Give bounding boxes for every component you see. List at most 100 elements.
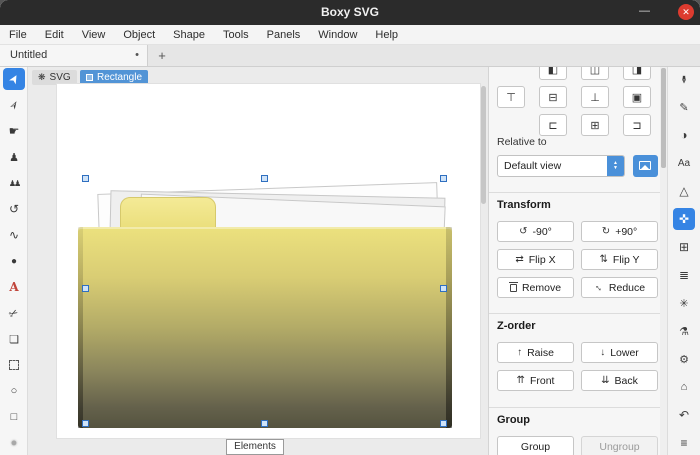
align-right-edges-button[interactable]: ◨ <box>623 67 651 80</box>
back-button[interactable]: ⇊ Back <box>581 370 658 391</box>
view-tool-button[interactable]: ❏ <box>3 328 25 350</box>
compositing-panel-button[interactable]: ◑ <box>673 124 695 146</box>
reference-image-button[interactable] <box>633 155 658 177</box>
freehand-tool-icon: ♟ <box>9 151 19 164</box>
rotate-ccw-button[interactable]: ↺ -90° <box>497 221 574 242</box>
rotate-tool-button[interactable]: ↺ <box>3 198 25 220</box>
menu-item-view[interactable]: View <box>73 25 115 44</box>
flask-icon: ⚗ <box>679 325 689 338</box>
app-menu-button[interactable]: ≡ <box>673 432 695 454</box>
breadcrumb-item-rectangle[interactable]: Rectangle <box>80 70 149 85</box>
cut-tool-button[interactable]: ✂ <box>3 302 25 324</box>
house-icon: ⌂ <box>680 381 688 393</box>
paint-panel-button[interactable]: ✎ <box>673 96 695 118</box>
menu-item-help[interactable]: Help <box>366 25 407 44</box>
remove-transform-button[interactable]: Remove <box>497 277 574 298</box>
panel-scrollbar-thumb[interactable] <box>661 68 666 168</box>
selection-handle-sw[interactable] <box>82 420 89 427</box>
ungroup-button[interactable]: Ungroup <box>581 436 658 455</box>
elements-panel-toggle[interactable]: ≣ <box>673 264 695 286</box>
rotate-cw-button[interactable]: ↻ +90° <box>581 221 658 242</box>
transform-tool-button[interactable]: ➤ <box>3 68 25 90</box>
blob-tool-button[interactable]: ● <box>3 250 25 272</box>
rect-tool-button[interactable]: □ <box>3 406 25 428</box>
settings-panel-button[interactable]: ⚙ <box>673 348 695 370</box>
home-panel-button[interactable]: ⌂ <box>673 376 695 398</box>
contrast-icon: ◑ <box>680 128 688 142</box>
menu-item-edit[interactable]: Edit <box>36 25 73 44</box>
text-tool-button[interactable]: A <box>3 276 25 298</box>
rectangle-icon <box>86 74 93 81</box>
front-button[interactable]: ⇈ Front <box>497 370 574 391</box>
group-label: Group <box>520 440 551 453</box>
distribute-horizontal-button[interactable]: ⊏ <box>539 114 567 136</box>
multiselect-tool-button[interactable]: ♟♟ <box>3 172 25 194</box>
align-middle-button[interactable]: ⊟ <box>539 86 567 108</box>
pan-tool-button[interactable]: ☛ <box>3 120 25 142</box>
menu-item-tools[interactable]: Tools <box>214 25 258 44</box>
cut-tool-icon: ✂ <box>7 305 22 321</box>
align-top-edges-icon: ⊤ <box>506 91 516 104</box>
flip-x-button[interactable]: ⇄ Flip X <box>497 249 574 270</box>
text-tool-icon: A <box>9 280 19 294</box>
selection-handle-e[interactable] <box>440 285 447 292</box>
selection-handle-w[interactable] <box>82 285 89 292</box>
lower-button[interactable]: ↓ Lower <box>581 342 658 363</box>
distribute-center-icon: ⊞ <box>590 119 600 132</box>
objects-panel-button[interactable]: ⊞ <box>673 236 695 258</box>
generators-panel-button[interactable]: ⚗ <box>673 320 695 342</box>
menu-item-window[interactable]: Window <box>309 25 366 44</box>
align-center-horizontal-button[interactable]: ◫ <box>581 67 609 80</box>
group-button[interactable]: Group <box>497 436 574 455</box>
document-tab[interactable]: Untitled • <box>0 45 148 66</box>
distribute-vertical-icon: ⊐ <box>632 119 642 132</box>
edit-tool-button[interactable]: ➢ <box>3 94 25 116</box>
selection-handle-ne[interactable] <box>440 175 447 182</box>
freehand-tool-button[interactable]: ♟ <box>3 146 25 168</box>
geometry-panel-button[interactable]: △ <box>673 180 695 202</box>
defs-panel-button[interactable]: ✳ <box>673 292 695 314</box>
select-stepper[interactable]: ▲ ▼ <box>607 156 624 176</box>
elements-panel-button[interactable]: Elements <box>226 439 284 455</box>
arrangement-panel-button[interactable]: ✜ <box>673 208 695 230</box>
align-top-edges-button[interactable]: ⊤ <box>497 86 525 108</box>
canvas-vertical-scrollbar[interactable] <box>481 86 486 204</box>
align-bottom-edges-button[interactable]: ⊥ <box>581 86 609 108</box>
typography-panel-button[interactable]: Aa <box>673 152 695 174</box>
menu-item-shape[interactable]: Shape <box>164 25 214 44</box>
raise-button[interactable]: ↑ Raise <box>497 342 574 363</box>
minimize-button[interactable]: — <box>633 0 656 25</box>
selection-handle-s[interactable] <box>261 420 268 427</box>
reduce-icon: ↔ <box>591 280 607 295</box>
align-center-button[interactable]: ▣ <box>623 86 651 108</box>
blur-tool-button[interactable]: ● <box>3 432 25 454</box>
distribute-center-button[interactable]: ⊞ <box>581 114 609 136</box>
ellipse-tool-button[interactable]: ○ <box>3 380 25 402</box>
selection-handle-se[interactable] <box>440 420 447 427</box>
align-left-edges-button[interactable]: ◧ <box>539 67 567 80</box>
selection-handle-n[interactable] <box>261 175 268 182</box>
breadcrumb-item-svg[interactable]: ❋ SVG <box>32 70 77 85</box>
reduce-transform-button[interactable]: ↔ Reduce <box>581 277 658 298</box>
menu-item-file[interactable]: File <box>0 25 36 44</box>
chevron-down-icon: ▼ <box>613 165 618 171</box>
close-button[interactable]: ✕ <box>678 4 694 20</box>
menu-item-panels[interactable]: Panels <box>258 25 310 44</box>
move-cross-icon: ✜ <box>678 212 690 226</box>
flip-y-icon: ⇅ <box>599 254 608 265</box>
marquee-tool-button[interactable] <box>3 354 25 376</box>
rotate-ccw-icon: ↺ <box>519 226 528 237</box>
relative-to-select[interactable]: Default view ▲ ▼ <box>497 155 625 177</box>
flip-y-button[interactable]: ⇅ Flip Y <box>581 249 658 270</box>
history-panel-button[interactable]: ↶ <box>673 404 695 426</box>
group-heading: Group <box>497 414 530 426</box>
raise-label: Raise <box>527 346 554 359</box>
selection-handle-nw[interactable] <box>82 175 89 182</box>
menu-item-object[interactable]: Object <box>114 25 164 44</box>
back-label: Back <box>614 374 638 387</box>
color-picker-panel-button[interactable]: ✒ <box>673 68 695 90</box>
distribute-vertical-button[interactable]: ⊐ <box>623 114 651 136</box>
new-tab-button[interactable]: + <box>152 45 172 66</box>
ungroup-label: Ungroup <box>599 440 640 453</box>
curve-tool-button[interactable]: ∿ <box>3 224 25 246</box>
